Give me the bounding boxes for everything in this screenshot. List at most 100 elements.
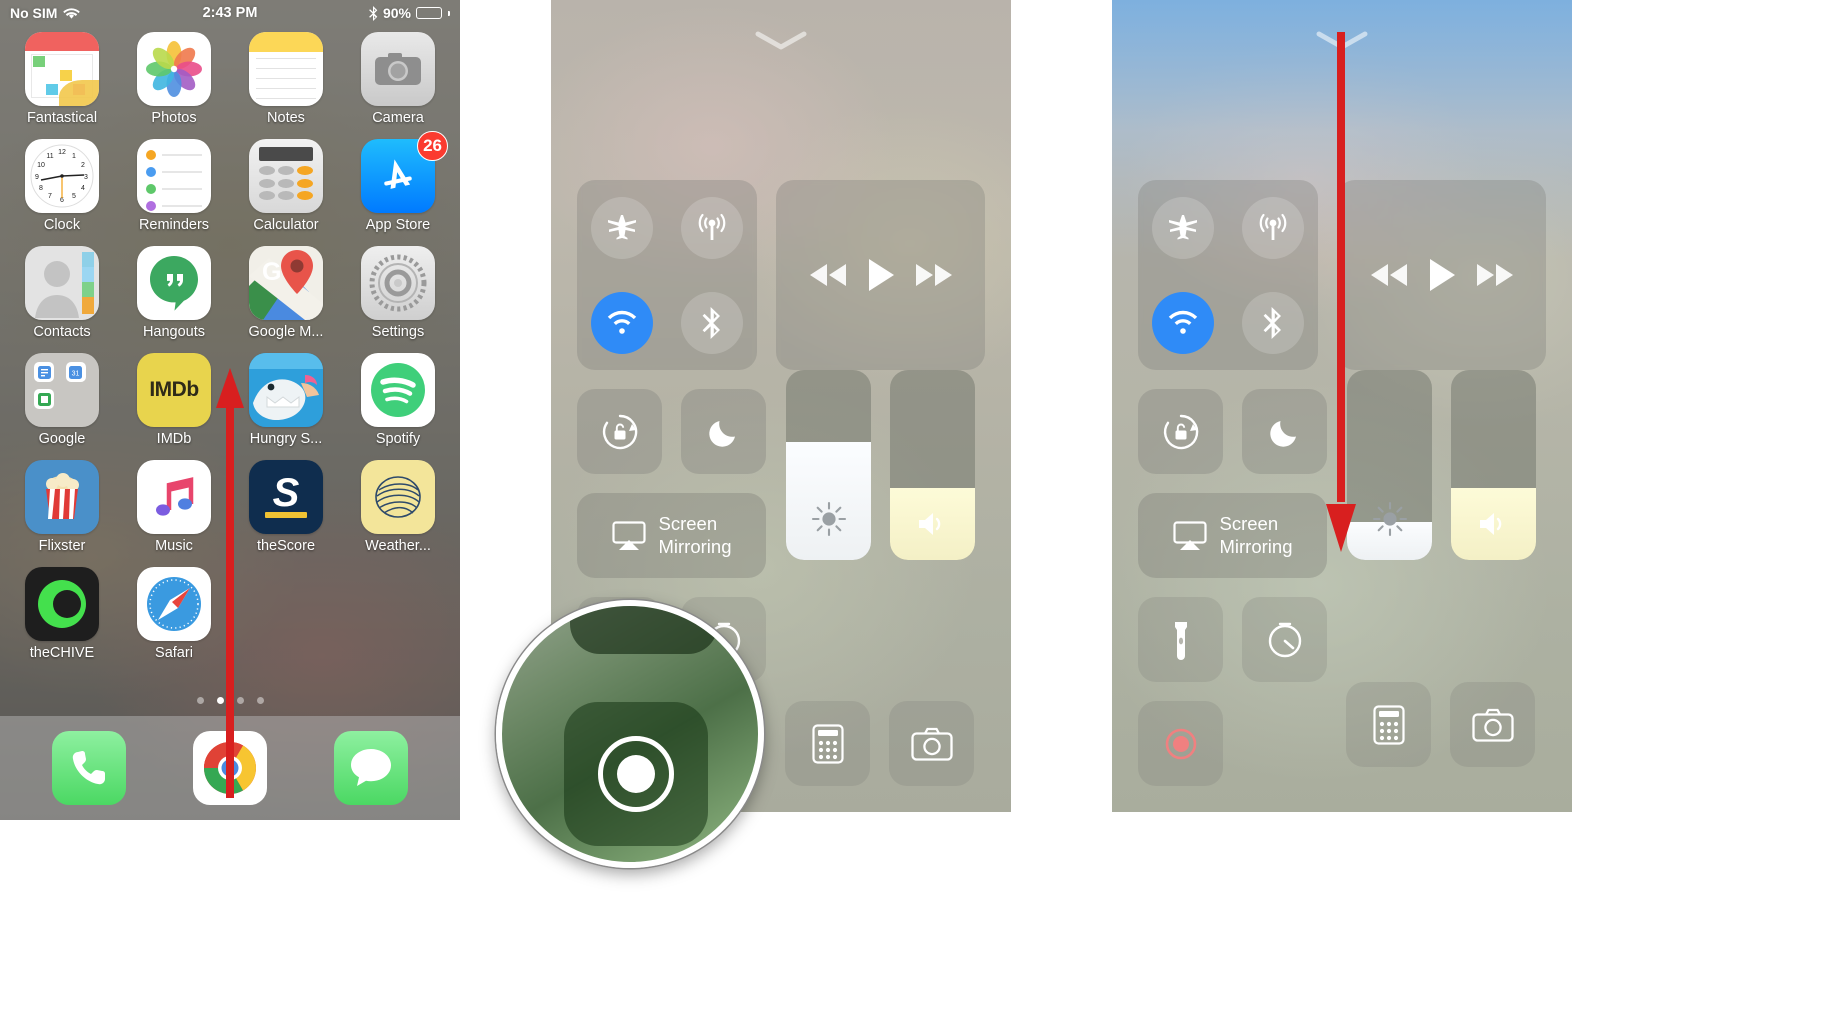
camera-button[interactable]	[889, 701, 974, 786]
app-icon-calculator[interactable]: Calculator	[230, 135, 342, 242]
app-icon-weather[interactable]: Weather...	[342, 456, 454, 563]
screen-mirroring-label: Screen Mirroring	[658, 512, 732, 557]
app-icon-safari[interactable]: Safari	[118, 563, 230, 670]
app-icon-google-folder[interactable]: 31 Google	[6, 349, 118, 456]
wifi-toggle[interactable]	[591, 291, 654, 354]
app-label: Safari	[155, 645, 193, 661]
page-dot[interactable]	[256, 697, 264, 704]
app-label: Settings	[371, 324, 425, 340]
app-icon-hangouts[interactable]: Hangouts	[118, 242, 230, 349]
app-label: theScore	[256, 538, 316, 554]
app-label: Notes	[267, 110, 305, 126]
svg-text:12: 12	[58, 149, 66, 156]
camera-button[interactable]	[1450, 682, 1535, 767]
cellular-data-toggle[interactable]	[1242, 196, 1305, 259]
google-folder-icon: 31	[25, 353, 99, 427]
volume-icon	[1451, 510, 1536, 538]
bluetooth-toggle[interactable]	[1242, 291, 1305, 354]
rotation-lock-icon	[600, 412, 640, 452]
app-icon-google-maps[interactable]: G Google M...	[230, 242, 342, 349]
svg-text:8: 8	[39, 185, 43, 192]
cellular-data-icon	[696, 213, 728, 243]
timer-icon	[1266, 621, 1304, 659]
app-icon-app-store[interactable]: 26 App Store	[342, 131, 454, 242]
app-icon-notes[interactable]: Notes	[230, 28, 342, 135]
cellular-data-toggle[interactable]	[681, 196, 744, 259]
app-label: Photos	[151, 110, 197, 126]
magnified-record-button[interactable]	[564, 702, 708, 846]
calculator-icon	[1372, 704, 1405, 745]
svg-text:31: 31	[72, 370, 80, 377]
play-icon[interactable]	[1427, 257, 1457, 293]
brightness-slider[interactable]	[1347, 370, 1432, 560]
calculator-button[interactable]	[1346, 682, 1431, 767]
camera-icon	[1471, 708, 1514, 742]
wifi-toggle[interactable]	[1152, 291, 1215, 354]
airplane-mode-toggle[interactable]	[591, 196, 654, 259]
app-icon-music[interactable]: Music	[118, 456, 230, 563]
app-icon-spotify[interactable]: Spotify	[342, 349, 454, 456]
app-icon-hungry-shark[interactable]: Hungry S...	[230, 349, 342, 456]
do-not-disturb-toggle[interactable]	[1242, 389, 1327, 474]
brightness-slider[interactable]	[786, 370, 871, 560]
do-not-disturb-toggle[interactable]	[681, 389, 766, 474]
airplay-icon	[1172, 520, 1207, 551]
app-icon-camera[interactable]: Camera	[342, 28, 454, 135]
reminders-icon	[137, 139, 211, 213]
app-icon-thechive[interactable]: theCHIVE	[6, 563, 118, 670]
app-label: Calculator	[253, 217, 319, 233]
calculator-icon	[811, 723, 844, 764]
rotation-lock-toggle[interactable]	[577, 389, 662, 474]
app-icon-clock[interactable]: 12 1 2 3 45 6 78 9 10 11 Clock	[6, 135, 118, 242]
app-label: Camera	[372, 110, 424, 126]
airplane-icon	[607, 213, 637, 243]
volume-slider[interactable]	[1451, 370, 1536, 560]
app-icon-fantastical[interactable]: Fantastical	[6, 28, 118, 135]
battery-icon	[416, 7, 442, 19]
app-icon-flixster[interactable]: Flixster	[6, 456, 118, 563]
chevron-down-handle-icon[interactable]	[755, 31, 807, 52]
connectivity-toggles-card	[1138, 180, 1319, 370]
app-icon-reminders[interactable]: Reminders	[118, 135, 230, 242]
screen-recording-button[interactable]	[1138, 701, 1223, 786]
app-icon-thescore[interactable]: S theScore	[230, 456, 342, 563]
magnified-flashlight-icon	[636, 600, 652, 604]
screen-mirroring-button[interactable]: Screen Mirroring	[1138, 493, 1327, 578]
svg-text:2: 2	[81, 162, 85, 169]
fast-forward-icon[interactable]	[1474, 261, 1516, 289]
rewind-icon[interactable]	[807, 261, 849, 289]
svg-text:4: 4	[81, 185, 85, 192]
app-label: Contacts	[33, 324, 91, 340]
bluetooth-toggle[interactable]	[681, 291, 744, 354]
app-label: Google	[38, 431, 86, 447]
volume-slider[interactable]	[890, 370, 975, 560]
app-label: Hangouts	[142, 324, 206, 340]
page-dot[interactable]	[196, 697, 204, 704]
rotation-lock-toggle[interactable]	[1138, 389, 1223, 474]
screen-mirroring-button[interactable]: Screen Mirroring	[577, 493, 766, 578]
imdb-icon: IMDb	[137, 353, 211, 427]
app-label: IMDb	[156, 431, 192, 447]
flixster-icon	[25, 460, 99, 534]
flashlight-icon	[1171, 620, 1191, 660]
app-icon-photos[interactable]: Photos	[118, 28, 230, 135]
rewind-icon[interactable]	[1368, 261, 1410, 289]
app-label: Fantastical	[26, 110, 98, 126]
calculator-button[interactable]	[785, 701, 870, 786]
svg-text:7: 7	[48, 193, 52, 200]
app-icon-contacts[interactable]: Contacts	[6, 242, 118, 349]
fast-forward-icon[interactable]	[913, 261, 955, 289]
app-icon-settings[interactable]: Settings	[342, 242, 454, 349]
svg-text:10: 10	[37, 162, 45, 169]
weather-icon	[361, 460, 435, 534]
hungry-shark-icon	[249, 353, 323, 427]
record-row	[1138, 701, 1327, 786]
airplane-mode-toggle[interactable]	[1152, 196, 1215, 259]
app-icon-imdb[interactable]: IMDb IMDb	[118, 349, 230, 456]
dock-icon-messages[interactable]	[334, 731, 409, 805]
timer-button[interactable]	[1242, 597, 1327, 682]
play-icon[interactable]	[866, 257, 896, 293]
dock-icon-phone[interactable]	[51, 731, 126, 805]
flashlight-button[interactable]	[1138, 597, 1223, 682]
thescore-wordmark: S	[272, 470, 300, 515]
